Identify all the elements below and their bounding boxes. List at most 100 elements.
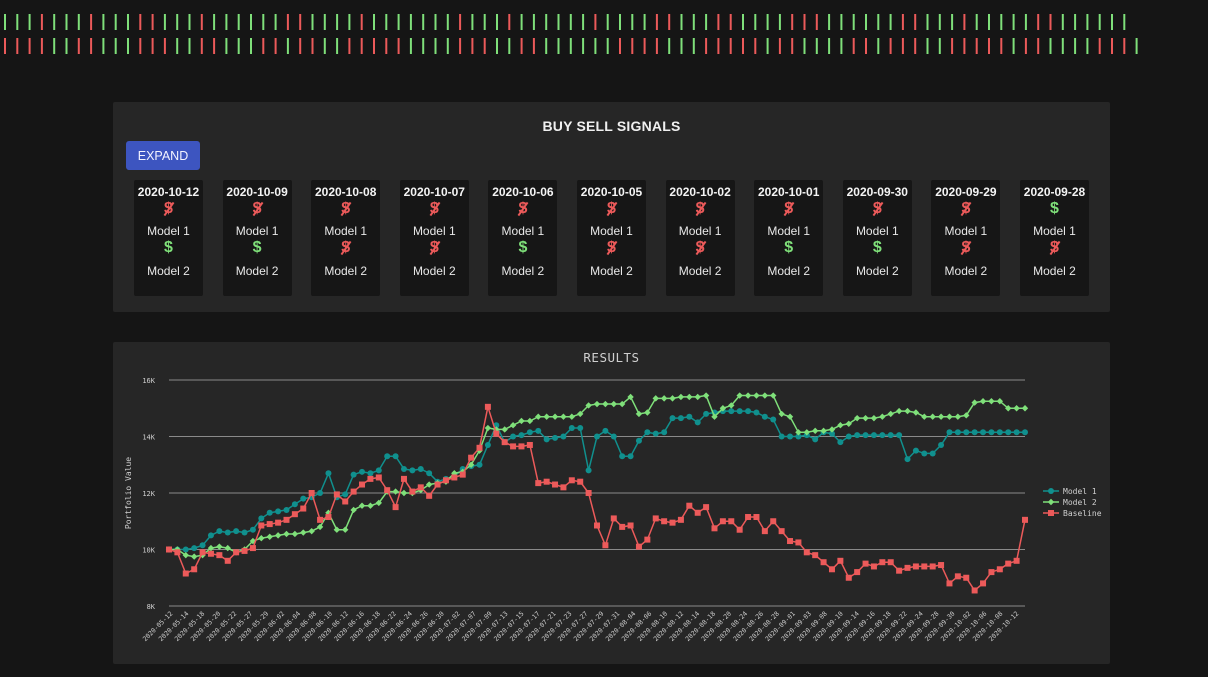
data-point[interactable] <box>199 549 206 556</box>
data-point[interactable] <box>594 433 600 440</box>
data-point[interactable] <box>560 413 567 420</box>
data-point[interactable] <box>895 407 903 415</box>
data-point[interactable] <box>661 518 668 525</box>
data-point[interactable] <box>551 413 559 420</box>
data-point[interactable] <box>509 422 517 429</box>
data-point[interactable] <box>174 549 181 556</box>
data-point[interactable] <box>510 433 517 440</box>
data-point[interactable] <box>526 441 533 448</box>
data-point[interactable] <box>745 408 752 415</box>
data-point[interactable] <box>291 530 299 538</box>
data-point[interactable] <box>812 436 819 443</box>
data-point[interactable] <box>342 526 349 533</box>
data-point[interactable] <box>745 514 752 521</box>
data-point[interactable] <box>811 427 819 435</box>
signal-card[interactable]: 2020-09-29 $ Model 1 $ Model 2 <box>931 180 1001 296</box>
data-point[interactable] <box>392 488 399 495</box>
data-point[interactable] <box>459 471 466 478</box>
data-point[interactable] <box>375 467 382 474</box>
data-point[interactable] <box>635 437 642 444</box>
data-point[interactable] <box>644 429 651 436</box>
data-point[interactable] <box>207 550 214 557</box>
data-point[interactable] <box>635 543 642 550</box>
data-point[interactable] <box>963 574 970 581</box>
data-point[interactable] <box>384 453 391 460</box>
data-point[interactable] <box>199 542 206 549</box>
data-point[interactable] <box>837 557 844 564</box>
data-point[interactable] <box>409 467 416 474</box>
data-point[interactable] <box>594 522 600 529</box>
data-point[interactable] <box>879 432 886 439</box>
data-point[interactable] <box>870 432 877 439</box>
data-point[interactable] <box>577 425 584 432</box>
data-point[interactable] <box>317 490 324 496</box>
data-point[interactable] <box>191 545 198 552</box>
data-point[interactable] <box>543 436 550 443</box>
data-point[interactable] <box>1013 405 1020 412</box>
data-point[interactable] <box>812 552 819 559</box>
data-point[interactable] <box>300 505 307 512</box>
data-point[interactable] <box>233 528 240 535</box>
data-point[interactable] <box>476 461 483 468</box>
data-point[interactable] <box>585 467 592 474</box>
legend-label[interactable]: Model 2 <box>1063 498 1097 507</box>
data-point[interactable] <box>938 562 945 569</box>
data-point[interactable] <box>887 559 894 566</box>
data-point[interactable] <box>669 519 676 526</box>
data-point[interactable] <box>761 528 768 535</box>
data-point[interactable] <box>677 393 685 401</box>
data-point[interactable] <box>207 532 214 539</box>
data-point[interactable] <box>342 491 349 498</box>
data-point[interactable] <box>661 429 668 436</box>
data-point[interactable] <box>703 410 710 417</box>
data-point[interactable] <box>325 514 332 521</box>
data-point[interactable] <box>602 427 609 434</box>
data-point[interactable] <box>988 397 995 405</box>
signal-card[interactable]: 2020-10-12 $ Model 1 $ Model 2 <box>134 180 203 296</box>
data-point[interactable] <box>795 539 802 546</box>
data-point[interactable] <box>602 542 609 549</box>
data-point[interactable] <box>619 453 626 460</box>
data-point[interactable] <box>652 395 659 402</box>
data-point[interactable] <box>359 468 366 475</box>
data-point[interactable] <box>610 433 617 440</box>
data-point[interactable] <box>854 569 861 576</box>
data-point[interactable] <box>887 432 894 439</box>
data-point[interactable] <box>744 392 752 399</box>
data-point[interactable] <box>275 508 282 515</box>
data-point[interactable] <box>1022 429 1028 436</box>
data-point[interactable] <box>476 444 483 451</box>
data-point[interactable] <box>921 563 928 570</box>
data-point[interactable] <box>266 533 273 540</box>
data-point[interactable] <box>484 424 492 432</box>
data-point[interactable] <box>409 488 416 495</box>
legend-label[interactable]: Model 1 <box>1063 487 1097 496</box>
data-point[interactable] <box>216 543 223 550</box>
data-point[interactable] <box>300 529 307 536</box>
data-point[interactable] <box>518 432 525 439</box>
signal-card[interactable]: 2020-10-02 $ Model 1 $ Model 2 <box>665 180 735 296</box>
data-point[interactable] <box>635 410 643 418</box>
data-point[interactable] <box>1021 405 1029 412</box>
data-point[interactable] <box>736 526 743 533</box>
data-point[interactable] <box>921 450 928 457</box>
data-point[interactable] <box>795 429 802 436</box>
data-point[interactable] <box>241 547 248 554</box>
data-point[interactable] <box>946 429 953 436</box>
data-point[interactable] <box>333 526 341 533</box>
data-point[interactable] <box>308 527 315 535</box>
data-point[interactable] <box>770 416 777 423</box>
data-point[interactable] <box>233 549 240 556</box>
data-point[interactable] <box>803 549 810 556</box>
data-point[interactable] <box>954 429 961 436</box>
data-point[interactable] <box>1005 560 1012 567</box>
data-point[interactable] <box>568 425 575 432</box>
data-point[interactable] <box>761 392 769 399</box>
data-point[interactable] <box>249 545 256 552</box>
data-point[interactable] <box>392 504 399 511</box>
data-point[interactable] <box>686 393 693 401</box>
data-point[interactable] <box>996 566 1003 573</box>
data-point[interactable] <box>593 400 601 408</box>
data-point[interactable] <box>929 563 936 570</box>
data-point[interactable] <box>266 509 273 516</box>
